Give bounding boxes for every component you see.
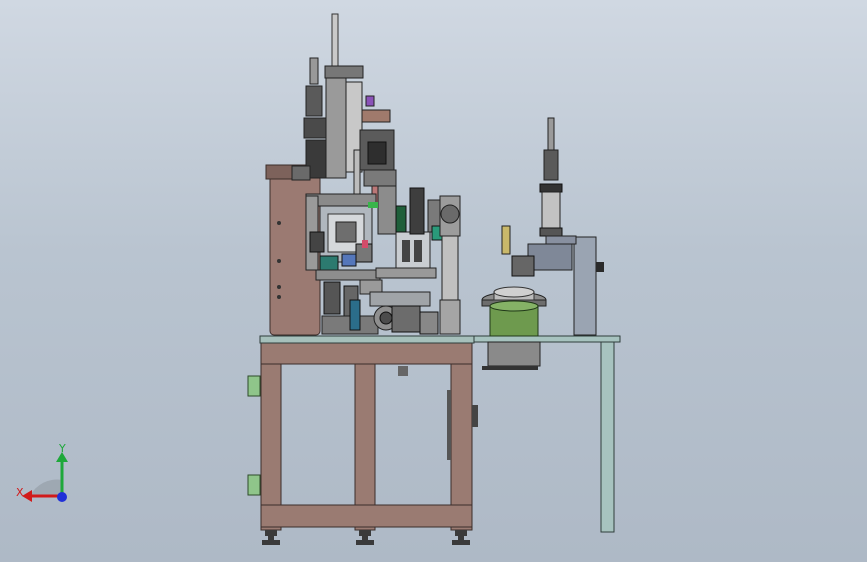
y-axis-label: Y: [59, 442, 66, 455]
machine-assembly-model[interactable]: [0, 0, 867, 562]
triad-graphic: [22, 452, 68, 502]
sensor-stack: [291, 57, 327, 181]
orientation-triad: X Y: [10, 440, 80, 510]
cad-viewport[interactable]: X Y: [0, 0, 867, 562]
table-top: [259, 335, 621, 533]
main-frame: [247, 341, 478, 545]
right-shaft: [439, 195, 461, 335]
rotary-drum: [481, 286, 547, 370]
x-axis-label: X: [16, 486, 24, 499]
central-mechanism: [305, 185, 449, 335]
vertical-actuator: [324, 13, 364, 211]
